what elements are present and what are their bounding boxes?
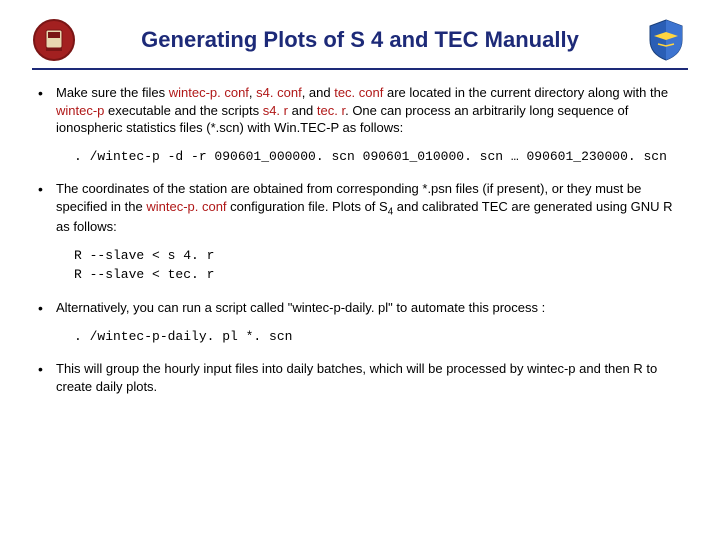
b4-text: This will group the hourly input files i… [56,361,657,394]
b1-post1: are located in the current directory alo… [383,85,668,100]
b1-f2: s4. conf [256,85,302,100]
b2-f1: wintec-p. conf [146,199,226,214]
b1-code: . /wintec-p -d -r 090601_000000. scn 090… [74,147,688,167]
bullet-2: The coordinates of the station are obtai… [32,180,688,285]
b1-text: Make sure the files wintec-p. conf, s4. … [56,85,668,135]
b3-text: Alternatively, you can run a script call… [56,300,545,315]
b1-f5: s4. r [263,103,288,118]
logo-right-icon [644,18,688,62]
b1-f1: wintec-p. conf [169,85,249,100]
b1-f3: tec. conf [334,85,383,100]
b2-code: R --slave < s 4. r R --slave < tec. r [74,246,688,285]
title-rule [32,68,688,70]
page-title: Generating Plots of S 4 and TEC Manually [76,27,644,53]
bullet-list: Make sure the files wintec-p. conf, s4. … [32,84,688,395]
b1-pre1: Make sure the files [56,85,169,100]
logo-left-icon [32,18,76,62]
bullet-4: This will group the hourly input files i… [32,360,688,395]
b2-text: The coordinates of the station are obtai… [56,181,673,234]
b1-f4: wintec-p [56,103,104,118]
b3-code: . /wintec-p-daily. pl *. scn [74,327,688,347]
bullet-3: Alternatively, you can run a script call… [32,299,688,346]
b2-post1: configuration file. Plots of S [227,199,388,214]
header: Generating Plots of S 4 and TEC Manually [32,18,688,62]
bullet-1: Make sure the files wintec-p. conf, s4. … [32,84,688,166]
b1-sep3: and [288,103,317,118]
slide-body: Make sure the files wintec-p. conf, s4. … [32,84,688,395]
b1-f6: tec. r [317,103,345,118]
b1-post2: executable and the scripts [104,103,262,118]
b1-sep2: , and [302,85,335,100]
slide: Generating Plots of S 4 and TEC Manually… [0,0,720,540]
